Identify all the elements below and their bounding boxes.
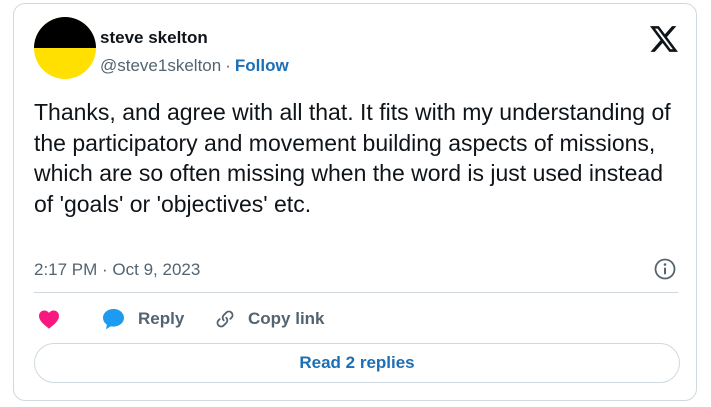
x-logo-icon[interactable]: [650, 26, 678, 52]
read-replies-button[interactable]: Read 2 replies: [34, 343, 680, 383]
copy-link-label: Copy link: [248, 309, 325, 328]
info-icon[interactable]: [653, 257, 677, 281]
tweet-card: steve skelton @steve1skelton · Follow Than…: [13, 3, 697, 401]
author-handle[interactable]: @steve1skelton: [100, 56, 221, 75]
read-replies-label: Read 2 replies: [299, 353, 415, 372]
link-icon: [216, 310, 234, 328]
handle-separator: ·: [225, 56, 231, 75]
author-handle-row: @steve1skelton · Follow: [100, 56, 289, 76]
like-button[interactable]: [38, 306, 60, 332]
tweet-timestamp[interactable]: 2:17 PM · Oct 9, 2023: [34, 260, 200, 280]
reply-label: Reply: [138, 309, 185, 328]
follow-link[interactable]: Follow: [235, 56, 289, 75]
avatar-top-half: [34, 17, 96, 48]
heart-icon: [39, 310, 59, 329]
reply-button[interactable]: Reply: [102, 306, 184, 332]
avatar[interactable]: [34, 17, 96, 79]
reply-bubble-icon: [103, 309, 124, 330]
author-name[interactable]: steve skelton: [100, 28, 208, 48]
tweet-text: Thanks, and agree with all that. It fits…: [34, 99, 671, 217]
copy-link-button[interactable]: Copy link: [214, 306, 325, 332]
divider: [34, 292, 678, 293]
